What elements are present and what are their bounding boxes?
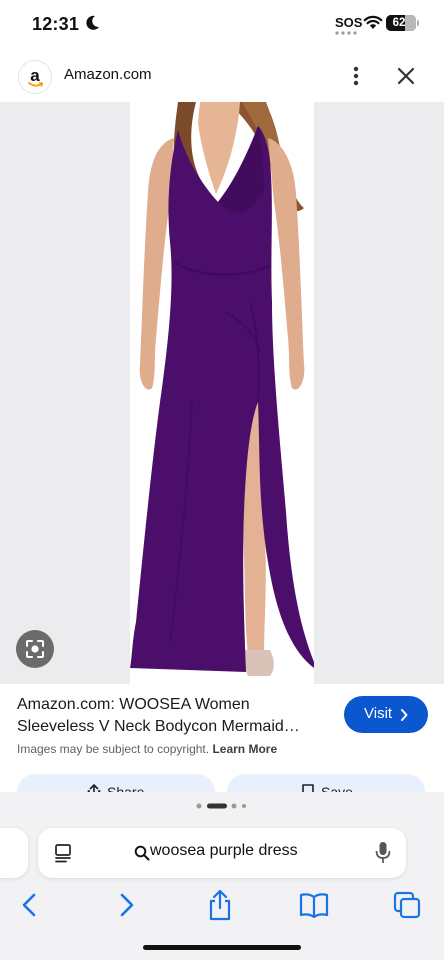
site-header: a Amazon.com [0,52,444,100]
visit-button[interactable]: Visit [344,696,428,733]
copyright-text: Images may be subject to copyright. [17,742,210,756]
battery-icon: 62 [386,15,416,31]
signal-dots-icon [335,31,357,35]
share-icon[interactable] [202,888,238,922]
visit-label: Visit [364,705,393,722]
result-title[interactable]: Amazon.com: WOOSEA Women Sleeveless V Ne… [17,694,327,738]
browser-toolbar: woosea purple dress [0,792,444,960]
product-image[interactable] [130,102,314,684]
google-lens-button[interactable] [16,630,54,668]
moon-icon [86,15,99,30]
previous-tab-preview[interactable] [0,828,28,878]
sos-indicator: SOS [335,15,363,30]
amazon-smile-icon [28,82,44,87]
battery-tip [417,20,419,26]
wifi-icon [363,15,383,29]
forward-icon[interactable] [108,888,144,922]
site-title[interactable]: Amazon.com [64,66,152,83]
address-bar[interactable]: woosea purple dress [38,828,406,878]
more-icon[interactable] [344,62,368,90]
close-icon[interactable] [392,62,420,90]
chevron-right-icon [401,709,408,721]
amazon-logo-icon: a [18,60,52,94]
page-indicator-dots [196,803,246,809]
bookmarks-icon[interactable] [296,888,332,922]
status-time: 12:31 [32,14,80,34]
back-icon[interactable] [12,888,48,922]
tabs-icon[interactable] [390,888,426,922]
image-viewer[interactable] [0,102,444,684]
copyright-notice: Images may be subject to copyright. Lear… [17,742,277,756]
battery-percent: 62 [392,17,406,29]
learn-more-link[interactable]: Learn More [212,742,277,756]
status-bar: 12:31 SOS 62 [0,0,444,50]
microphone-icon[interactable] [375,841,391,865]
page-menu-icon[interactable] [54,843,74,863]
lens-icon [26,640,44,658]
home-indicator [143,945,301,950]
search-query[interactable]: woosea purple dress [150,842,298,860]
search-icon [134,845,150,861]
dress-illustration [130,102,314,676]
